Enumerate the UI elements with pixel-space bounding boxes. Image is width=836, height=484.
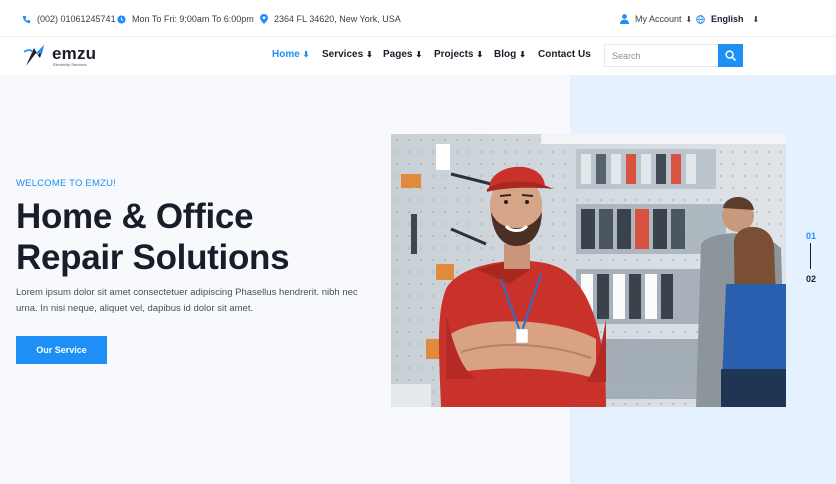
brand-tagline: Electricity Services	[53, 62, 87, 67]
nav-pages[interactable]: Pages ⬇	[383, 49, 422, 60]
main-header: emzu Electricity Services Home ⬇ Services…	[0, 37, 836, 75]
chevron-down-icon: ⬇	[685, 14, 693, 24]
hero-headline-line1: Home & Office	[16, 197, 254, 236]
slide-indicator-current[interactable]: 01	[806, 231, 816, 241]
user-icon	[620, 14, 629, 24]
language-selector[interactable]: English ⬇	[696, 14, 759, 24]
search-input[interactable]	[604, 44, 718, 67]
brand-name: emzu	[52, 44, 97, 63]
address-info: 2364 FL 34620, New York, USA	[260, 14, 401, 24]
map-pin-icon	[260, 14, 268, 24]
hero-photo	[391, 134, 786, 407]
nav-label: Pages	[383, 49, 413, 60]
hours-info: Mon To Fri: 9:00am To 6:00pm	[117, 14, 254, 24]
hero-description: Lorem ipsum dolor sit amet consectetuer …	[16, 287, 358, 314]
hero-headline-line2: Repair Solutions	[16, 238, 290, 277]
nav-contact[interactable]: Contact Us	[538, 49, 591, 60]
globe-icon	[696, 14, 705, 24]
nav-label: Home	[272, 49, 300, 60]
nav-label: Blog	[494, 49, 517, 60]
clock-icon	[117, 14, 126, 24]
brand-logo[interactable]: emzu Electricity Services	[22, 42, 102, 70]
language-label: English	[711, 14, 744, 24]
chevron-down-icon: ⬇	[302, 50, 310, 59]
nav-label: Services	[322, 49, 364, 60]
nav-blog[interactable]: Blog ⬇	[494, 49, 526, 60]
phone-icon	[22, 15, 31, 23]
top-info-bar: (002) 01061245741 Mon To Fri: 9:00am To …	[0, 0, 836, 36]
chevron-down-icon: ⬇	[366, 50, 373, 59]
nav-label: Projects	[434, 49, 474, 60]
nav-label: Contact Us	[538, 49, 591, 60]
my-account-link[interactable]: My Account ⬇	[620, 14, 692, 24]
hero-eyebrow: WELCOME TO EMZU!	[16, 178, 116, 189]
nav-services[interactable]: Services ⬇	[322, 49, 373, 60]
phone-info[interactable]: (002) 01061245741	[22, 14, 116, 24]
lightning-logo-icon	[23, 45, 44, 66]
chevron-down-icon: ⬇	[476, 50, 484, 59]
address-text: 2364 FL 34620, New York, USA	[274, 14, 401, 24]
slide-indicator-line	[810, 243, 811, 269]
search-icon	[725, 50, 736, 61]
my-account-label: My Account	[635, 14, 682, 24]
search-button[interactable]	[718, 44, 743, 67]
nav-projects[interactable]: Projects ⬇	[434, 49, 483, 60]
hours-text: Mon To Fri: 9:00am To 6:00pm	[132, 14, 254, 24]
phone-text: (002) 01061245741	[37, 14, 116, 24]
nav-home[interactable]: Home ⬇	[272, 49, 310, 60]
chevron-down-icon: ⬇	[415, 50, 423, 59]
slide-indicator-next[interactable]: 02	[806, 274, 816, 284]
chevron-down-icon: ⬇	[752, 14, 760, 24]
chevron-down-icon: ⬇	[519, 50, 526, 59]
our-service-button[interactable]: Our Service	[16, 336, 107, 364]
